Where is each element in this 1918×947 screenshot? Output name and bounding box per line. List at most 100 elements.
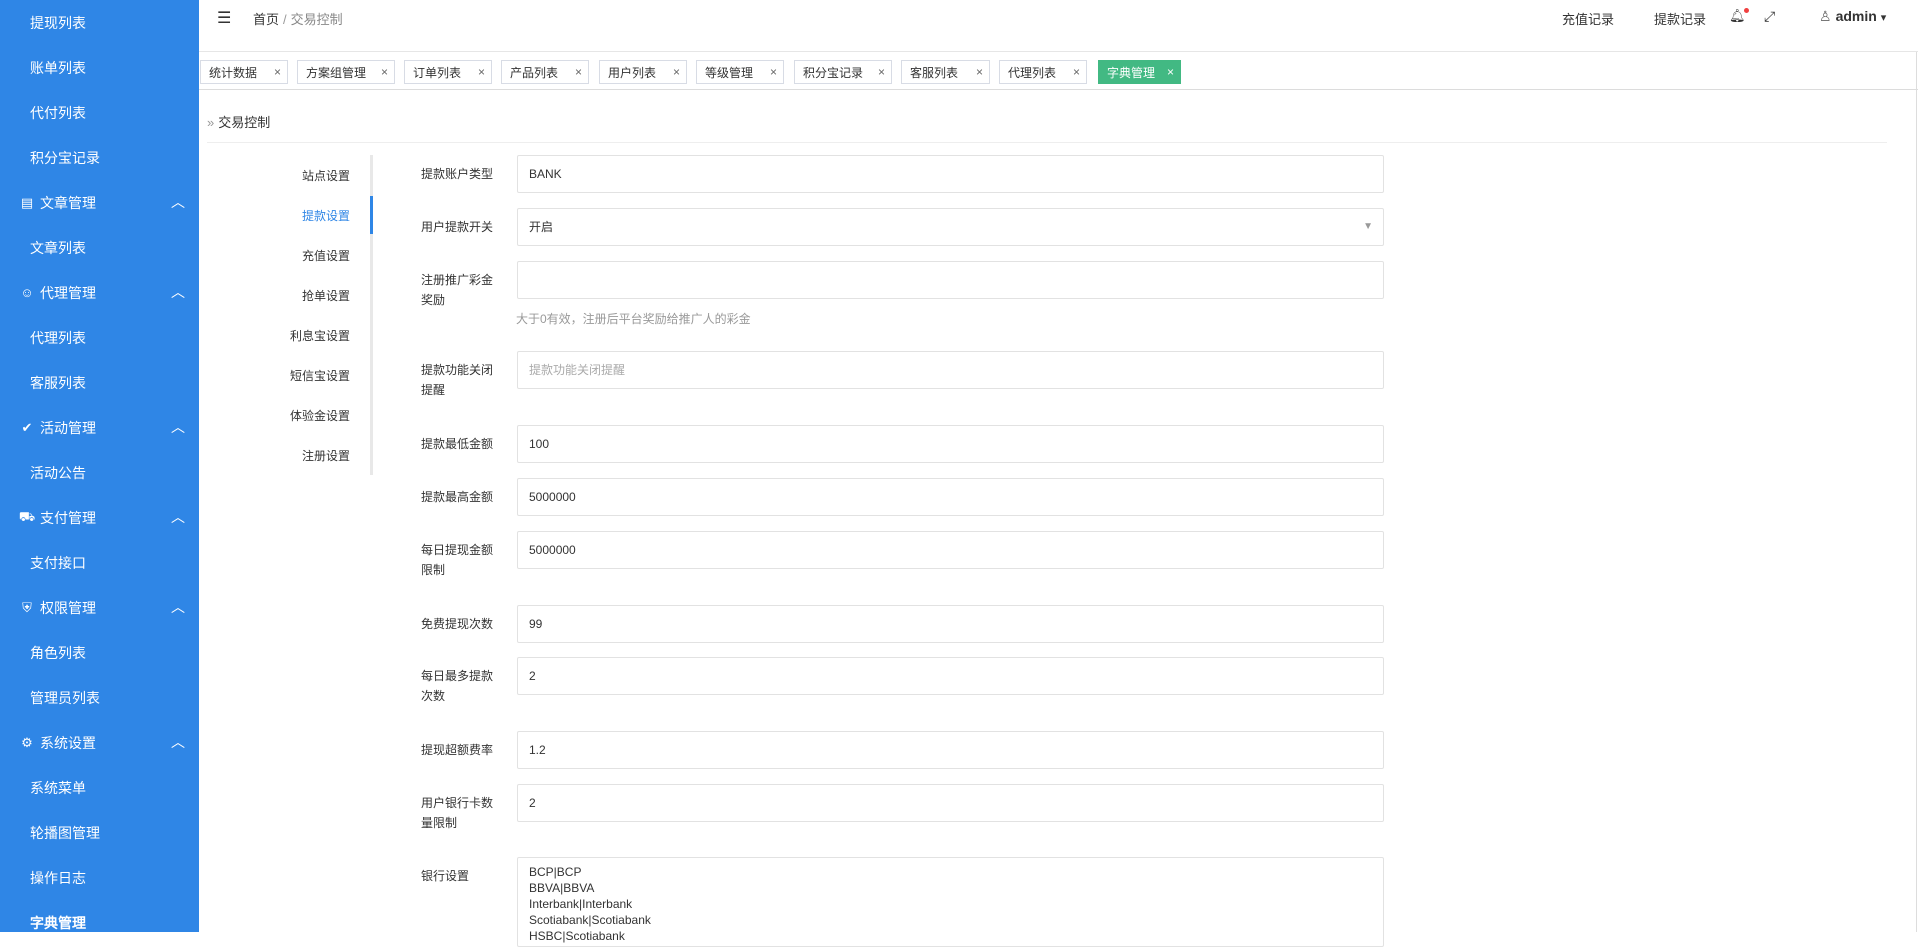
account-type-input[interactable]: BANK — [517, 155, 1384, 193]
close-icon[interactable]: × — [1073, 65, 1080, 79]
field-label: 用户银行卡数量限制 — [421, 796, 494, 830]
free-times-input[interactable]: 99 — [517, 605, 1384, 643]
sidebar-group-system[interactable]: ⚙ 系统设置 ︿ — [0, 720, 199, 765]
bank-line: BCP|BCP — [529, 865, 582, 879]
sidebar-item-system-menu[interactable]: 系统菜单 — [0, 765, 199, 810]
sidebar-item-admin-list[interactable]: 管理员列表 — [0, 675, 199, 720]
subnav-trial[interactable]: 体验金设置 — [200, 407, 350, 424]
tab-label: 等级管理 — [705, 65, 754, 80]
sidebar-item-agent-list[interactable]: 代理列表 — [0, 315, 199, 360]
field-label: 提现超额费率 — [421, 743, 494, 757]
sidebar-item-label: 管理员列表 — [30, 689, 100, 706]
tab-points[interactable]: 积分宝记录 × — [794, 60, 892, 84]
username: admin — [1835, 8, 1877, 24]
close-icon[interactable]: × — [575, 65, 582, 79]
reward-input[interactable] — [517, 261, 1384, 299]
tab-label: 统计数据 — [209, 65, 258, 80]
sidebar-item-label: 支付接口 — [30, 554, 86, 571]
sidebar-item-bill-list[interactable]: 账单列表 — [0, 45, 199, 90]
subnav-register[interactable]: 注册设置 — [200, 447, 350, 464]
field-label: 银行设置 — [421, 869, 470, 883]
sidebar-item-withdraw-list[interactable]: 提现列表 — [0, 0, 199, 45]
sidebar-item-activity-notice[interactable]: 活动公告 — [0, 450, 199, 495]
sidebar-group-activity[interactable]: ✔ 活动管理 ︿ — [0, 405, 199, 450]
field-label: 免费提现次数 — [421, 617, 494, 631]
field-help: 大于0有效，注册后平台奖励给推广人的彩金 — [516, 312, 751, 326]
sidebar-item-operation-log[interactable]: 操作日志 — [0, 855, 199, 900]
sidebar-group-permission[interactable]: ⛨ 权限管理 ︿ — [0, 585, 199, 630]
sidebar-item-points-record[interactable]: 积分宝记录 — [0, 135, 199, 180]
sidebar-item-service-list[interactable]: 客服列表 — [0, 360, 199, 405]
tab-orders[interactable]: 订单列表 × — [404, 60, 492, 84]
tab-plan-group[interactable]: 方案组管理 × — [297, 60, 395, 84]
sidebar-item-carousel[interactable]: 轮播图管理 — [0, 810, 199, 855]
sidebar-group-article[interactable]: ▤ 文章管理 ︿ — [0, 180, 199, 225]
bank-settings-textarea[interactable]: BCP|BCP BBVA|BBVA Interbank|Interbank Sc… — [517, 857, 1384, 947]
tab-products[interactable]: 产品列表 × — [501, 60, 589, 84]
withdraw-record-link[interactable]: 提款记录 — [1654, 9, 1706, 28]
sidebar-group-label: 权限管理 — [40, 599, 96, 616]
daily-limit-input[interactable]: 5000000 — [517, 531, 1384, 569]
overfee-input[interactable]: 1.2 — [517, 731, 1384, 769]
close-icon[interactable]: × — [274, 65, 281, 79]
sidebar-item-label: 系统菜单 — [30, 779, 86, 796]
sidebar-group-agent[interactable]: ☺ 代理管理 ︿ — [0, 270, 199, 315]
close-icon[interactable]: × — [878, 65, 885, 79]
tab-service[interactable]: 客服列表 × — [901, 60, 990, 84]
sidebar-group-label: 代理管理 — [40, 284, 96, 301]
close-icon[interactable]: × — [976, 65, 983, 79]
close-icon[interactable]: × — [770, 65, 777, 79]
field-label: 提款功能关闭提醒 — [421, 363, 494, 397]
close-icon[interactable]: × — [381, 65, 388, 79]
tab-levels[interactable]: 等级管理 × — [696, 60, 784, 84]
user-icon: ♙ — [1819, 8, 1832, 24]
user-menu[interactable]: ♙ admin ▾ — [1819, 8, 1886, 25]
close-icon[interactable]: × — [673, 65, 680, 79]
subnav-recharge[interactable]: 充值设置 — [200, 247, 350, 264]
sidebar: 提现列表 账单列表 代付列表 积分宝记录 ▤ 文章管理 ︿ 文章列表 ☺ 代理管… — [0, 0, 199, 932]
withdraw-switch-select[interactable]: 开启 ▼ — [517, 208, 1384, 246]
menu-fold-icon[interactable]: ☰ — [217, 8, 231, 28]
tab-dict[interactable]: 字典管理 × — [1098, 60, 1181, 84]
card-limit-input[interactable]: 2 — [517, 784, 1384, 822]
min-amount-input[interactable]: 100 — [517, 425, 1384, 463]
subnav-sms[interactable]: 短信宝设置 — [200, 367, 350, 384]
tab-stats[interactable]: 统计数据 × — [200, 60, 288, 84]
daily-times-input[interactable]: 2 — [517, 657, 1384, 695]
sidebar-group-label: 文章管理 — [40, 194, 96, 211]
subnav-grab[interactable]: 抢单设置 — [200, 287, 350, 304]
recharge-record-link[interactable]: 充值记录 — [1562, 9, 1614, 28]
bank-line: Interbank|Interbank — [529, 897, 633, 911]
tab-users[interactable]: 用户列表 × — [599, 60, 687, 84]
page-title-text: 交易控制 — [218, 115, 271, 130]
close-icon[interactable]: × — [478, 65, 485, 79]
tab-label: 字典管理 — [1107, 65, 1156, 80]
sidebar-item-payment-api[interactable]: 支付接口 — [0, 540, 199, 585]
subnav-active-indicator — [370, 196, 373, 234]
tab-label: 代理列表 — [1008, 65, 1057, 80]
max-amount-input[interactable]: 5000000 — [517, 478, 1384, 516]
sidebar-item-payout-list[interactable]: 代付列表 — [0, 90, 199, 135]
sidebar-item-article-list[interactable]: 文章列表 — [0, 225, 199, 270]
subnav-interest[interactable]: 利息宝设置 — [200, 327, 350, 344]
sidebar-item-dict-manage[interactable]: 字典管理 — [0, 900, 199, 932]
subnav-site[interactable]: 站点设置 — [200, 167, 350, 184]
fullscreen-icon[interactable]: ⤢ — [1764, 8, 1775, 25]
bank-line: HSBC|Scotiabank — [529, 929, 625, 943]
field-label: 每日最多提款次数 — [421, 669, 494, 703]
double-chevron-icon: » — [207, 115, 215, 130]
bell-icon[interactable]: 🔔︎ — [1729, 8, 1749, 24]
tab-label: 方案组管理 — [306, 65, 367, 80]
shield-icon: ⛨ — [22, 599, 32, 615]
tab-agents[interactable]: 代理列表 × — [999, 60, 1087, 84]
close-tip-input[interactable]: 提款功能关闭提醒 — [517, 351, 1384, 389]
tab-label: 积分宝记录 — [803, 65, 864, 80]
sidebar-item-role-list[interactable]: 角色列表 — [0, 630, 199, 675]
sidebar-group-label: 支付管理 — [40, 509, 96, 526]
subnav-withdraw[interactable]: 提款设置 — [200, 207, 350, 224]
sidebar-group-payment[interactable]: ⛟ 支付管理 ︿ — [0, 495, 199, 540]
close-icon[interactable]: × — [1167, 65, 1174, 79]
breadcrumb-home[interactable]: 首页 — [253, 12, 279, 27]
sidebar-item-label: 活动公告 — [30, 464, 86, 481]
field-label: 用户提款开关 — [421, 220, 494, 234]
